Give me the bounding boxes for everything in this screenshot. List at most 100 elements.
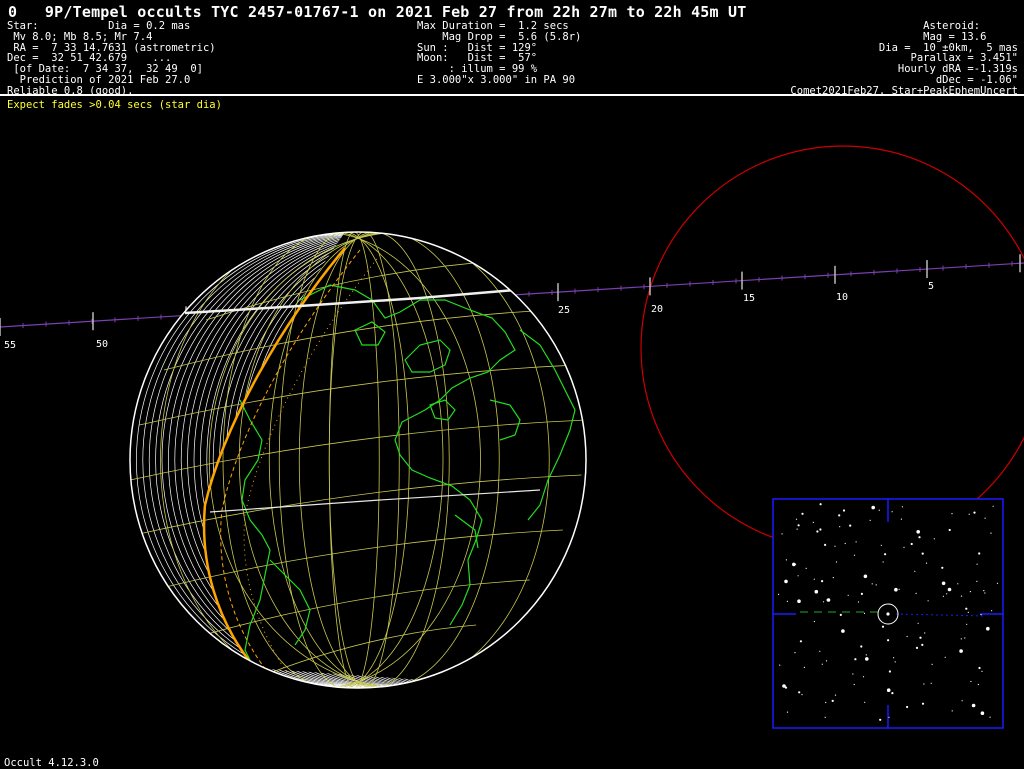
- star-dot: [795, 563, 797, 565]
- star-dot: [989, 716, 991, 718]
- path-tick-label: 55: [4, 340, 16, 351]
- star-dot: [906, 705, 909, 709]
- star-dot: [957, 583, 959, 585]
- star-dot: [786, 600, 789, 603]
- star-dot: [819, 503, 822, 506]
- star-dot: [855, 541, 857, 543]
- star-dot: [880, 544, 882, 546]
- star-dot: [930, 682, 932, 684]
- star-dot: [799, 640, 803, 643]
- star-dot: [779, 664, 781, 666]
- star-dot: [964, 637, 966, 639]
- star-dot: [910, 542, 913, 546]
- star-dot: [794, 652, 796, 654]
- star-dot: [942, 595, 945, 597]
- star-dot: [986, 626, 990, 631]
- star-dot: [961, 700, 963, 702]
- star-dot: [921, 702, 925, 705]
- star-dot: [875, 584, 877, 586]
- star-dot: [967, 611, 969, 614]
- star-dot: [970, 680, 972, 683]
- star-dot: [822, 601, 825, 603]
- star-dot: [992, 505, 994, 507]
- star-dot: [931, 663, 933, 666]
- star-dot: [894, 587, 898, 592]
- star-dot: [887, 639, 890, 642]
- star-dot: [869, 519, 871, 522]
- star-dot: [860, 645, 863, 648]
- star-dot: [821, 663, 823, 665]
- star-dot: [819, 528, 822, 531]
- star-dot: [927, 600, 929, 602]
- star-dot: [853, 554, 856, 556]
- star-dot: [966, 623, 968, 625]
- star-dot: [785, 559, 788, 561]
- star-dot: [915, 646, 919, 650]
- star-dot: [805, 567, 807, 570]
- star-dot: [781, 533, 783, 535]
- star-dot: [983, 590, 985, 592]
- star-dot: [959, 649, 963, 653]
- star-dot: [951, 710, 953, 712]
- star-dot: [965, 607, 968, 610]
- star-dot: [925, 562, 928, 564]
- path-tick-label: 5: [928, 281, 934, 292]
- star-dot: [884, 553, 887, 556]
- star-dot: [951, 513, 953, 515]
- star-dot: [841, 629, 845, 633]
- star-dot: [854, 658, 857, 661]
- star-dot: [978, 666, 981, 670]
- star-dot: [914, 570, 916, 572]
- star-dot: [842, 509, 846, 512]
- star-dot: [968, 513, 970, 515]
- star-dot: [941, 581, 946, 586]
- path-tick-label: 10: [836, 292, 848, 303]
- star-dot: [969, 591, 972, 593]
- star-dot: [834, 545, 836, 547]
- globe-icon: [129, 231, 587, 689]
- star-dot: [903, 546, 905, 549]
- star-dot: [801, 694, 803, 696]
- star-dot: [891, 692, 894, 695]
- star-dot: [984, 517, 986, 519]
- star-dot: [918, 536, 921, 539]
- star-dot: [947, 587, 952, 592]
- star-dot: [944, 656, 946, 658]
- star-dot: [924, 632, 926, 634]
- star-dot: [948, 528, 951, 532]
- star-dot: [893, 657, 895, 659]
- star-dot: [834, 694, 837, 696]
- star-dot: [852, 673, 854, 675]
- star-dot: [977, 683, 980, 686]
- star-dot: [784, 686, 788, 689]
- moon-circle-icon: [640, 145, 1024, 551]
- star-dot: [825, 660, 828, 662]
- star-dot: [871, 505, 875, 510]
- star-dot: [976, 563, 978, 565]
- star-dot: [978, 552, 981, 555]
- star-dot: [824, 543, 827, 547]
- star-dot: [865, 657, 869, 661]
- star-dot: [921, 643, 924, 647]
- star-dot: [826, 598, 829, 602]
- star-dot: [946, 593, 948, 595]
- star-dot: [814, 589, 819, 594]
- star-dot: [832, 577, 834, 579]
- path-tick-label: 25: [558, 305, 570, 316]
- star-dot: [839, 526, 841, 528]
- star-dot: [821, 580, 824, 583]
- star-dot: [849, 524, 852, 527]
- star-dot: [900, 518, 903, 520]
- star-dot: [835, 561, 838, 563]
- star-dot: [865, 654, 867, 656]
- star-dot: [976, 580, 978, 583]
- star-dot: [888, 716, 890, 718]
- star-dot: [857, 601, 860, 603]
- star-dot: [778, 593, 780, 596]
- star-dot: [981, 670, 983, 673]
- star-dot: [916, 530, 920, 534]
- star-dot: [847, 594, 849, 596]
- star-dot: [871, 583, 873, 585]
- star-dot: [990, 532, 992, 534]
- star-dot: [879, 718, 882, 721]
